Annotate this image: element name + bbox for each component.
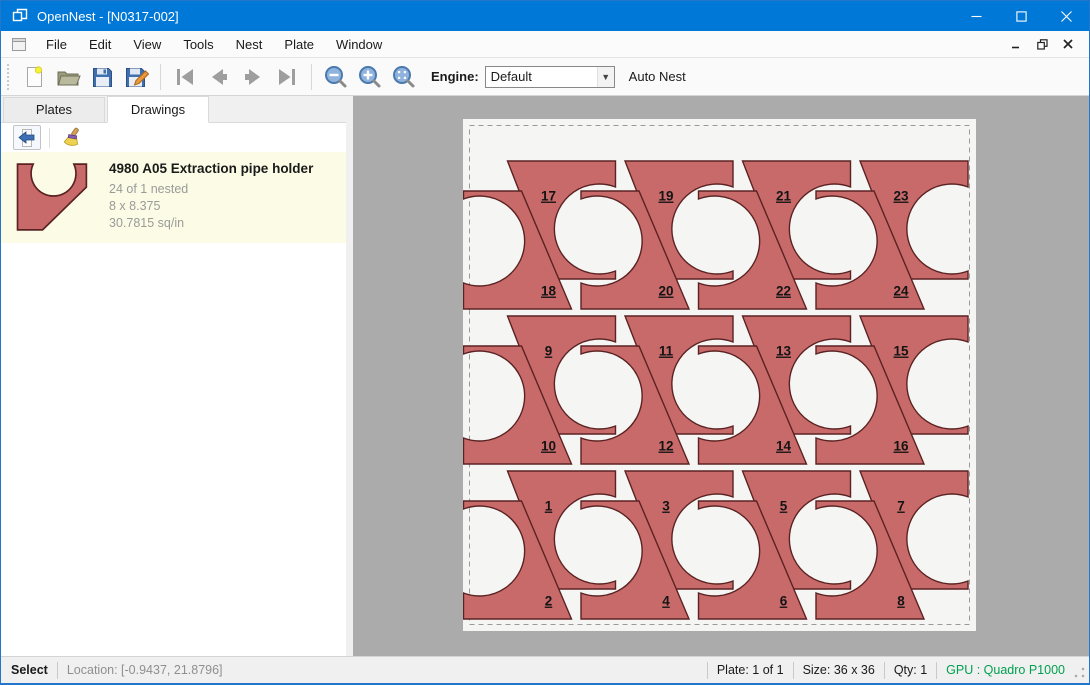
plate[interactable]: 171819202122232491011121314151612345678 bbox=[463, 119, 976, 631]
resize-grip[interactable] bbox=[1073, 666, 1086, 679]
zoom-out-icon[interactable] bbox=[319, 61, 353, 93]
mdi-restore-button[interactable] bbox=[1029, 33, 1055, 55]
nest-canvas[interactable]: 171819202122232491011121314151612345678 bbox=[353, 96, 1089, 656]
panel-separator bbox=[49, 128, 50, 148]
part-label-4[interactable]: 4 bbox=[662, 594, 670, 609]
menu-item-nest[interactable]: Nest bbox=[225, 31, 274, 58]
mdi-close-button[interactable] bbox=[1055, 33, 1081, 55]
part-thumbnail bbox=[13, 161, 101, 235]
main-toolbar: Engine: Default ▼ Auto Nest bbox=[1, 58, 1089, 96]
part-label-8[interactable]: 8 bbox=[897, 594, 905, 609]
maximize-button[interactable] bbox=[999, 1, 1044, 31]
mdi-minimize-button[interactable] bbox=[1003, 33, 1029, 55]
clean-broom-button[interactable] bbox=[58, 125, 86, 150]
zoom-in-icon[interactable] bbox=[353, 61, 387, 93]
part-label-22[interactable]: 22 bbox=[776, 284, 791, 299]
status-size: Size: 36 x 36 bbox=[803, 663, 875, 677]
part-label-18[interactable]: 18 bbox=[541, 284, 557, 299]
drawings-toolbar bbox=[1, 123, 346, 152]
app-icon bbox=[12, 8, 28, 24]
status-plate: Plate: 1 of 1 bbox=[717, 663, 784, 677]
next-plate-button[interactable] bbox=[236, 61, 270, 93]
status-separator bbox=[57, 662, 58, 679]
part-label-17[interactable]: 17 bbox=[541, 189, 556, 204]
window-title: OpenNest - [N0317-002] bbox=[37, 9, 179, 24]
drawing-area: 30.7815 sq/in bbox=[109, 215, 338, 232]
part-label-13[interactable]: 13 bbox=[776, 344, 792, 359]
status-separator bbox=[936, 662, 937, 679]
part-label-19[interactable]: 19 bbox=[658, 189, 673, 204]
chevron-down-icon[interactable]: ▼ bbox=[597, 67, 614, 87]
drawing-info: 4980 A05 Extraction pipe holder 24 of 1 … bbox=[101, 161, 338, 235]
toolbar-grip[interactable] bbox=[6, 64, 11, 90]
part-label-3[interactable]: 3 bbox=[662, 499, 670, 514]
part-label-21[interactable]: 21 bbox=[776, 189, 792, 204]
previous-plate-button[interactable] bbox=[202, 61, 236, 93]
drawing-dimensions: 8 x 8.375 bbox=[109, 198, 338, 215]
part-label-5[interactable]: 5 bbox=[780, 499, 788, 514]
part-label-23[interactable]: 23 bbox=[893, 189, 909, 204]
first-plate-button[interactable] bbox=[168, 61, 202, 93]
status-gpu: GPU : Quadro P1000 bbox=[946, 663, 1065, 677]
tab-drawings[interactable]: Drawings bbox=[107, 96, 209, 123]
minimize-button[interactable] bbox=[954, 1, 999, 31]
tab-plates[interactable]: Plates bbox=[3, 97, 105, 122]
return-part-button[interactable] bbox=[13, 125, 41, 150]
part-label-7[interactable]: 7 bbox=[897, 499, 905, 514]
status-location: Location: [-0.9437, 21.8796] bbox=[67, 663, 223, 677]
zoom-extents-icon[interactable] bbox=[387, 61, 421, 93]
engine-select[interactable]: Default ▼ bbox=[485, 66, 615, 88]
mdi-document-icon[interactable] bbox=[11, 37, 27, 52]
close-button[interactable] bbox=[1044, 1, 1089, 31]
part-label-9[interactable]: 9 bbox=[545, 344, 553, 359]
menu-item-window[interactable]: Window bbox=[325, 31, 393, 58]
menu-item-edit[interactable]: Edit bbox=[78, 31, 122, 58]
part-label-12[interactable]: 12 bbox=[658, 439, 673, 454]
status-qty: Qty: 1 bbox=[894, 663, 927, 677]
part-label-20[interactable]: 20 bbox=[658, 284, 673, 299]
part-label-15[interactable]: 15 bbox=[893, 344, 909, 359]
menu-item-view[interactable]: View bbox=[122, 31, 172, 58]
status-bar: Select Location: [-0.9437, 21.8796] Plat… bbox=[1, 656, 1089, 683]
toolbar-separator bbox=[311, 64, 312, 90]
part-label-2[interactable]: 2 bbox=[545, 594, 553, 609]
engine-value: Default bbox=[486, 69, 597, 84]
last-plate-button[interactable] bbox=[270, 61, 304, 93]
open-button[interactable] bbox=[51, 61, 85, 93]
part-label-16[interactable]: 16 bbox=[893, 439, 909, 454]
part-label-6[interactable]: 6 bbox=[780, 594, 788, 609]
save-button[interactable] bbox=[85, 61, 119, 93]
status-separator bbox=[707, 662, 708, 679]
part-label-11[interactable]: 11 bbox=[659, 344, 674, 359]
menu-item-tools[interactable]: Tools bbox=[172, 31, 224, 58]
status-mode: Select bbox=[11, 663, 48, 677]
menu-item-file[interactable]: File bbox=[35, 31, 78, 58]
sidebar: Plates Drawings bbox=[1, 96, 346, 656]
part-label-14[interactable]: 14 bbox=[776, 439, 792, 454]
sidebar-tabstrip: Plates Drawings bbox=[1, 96, 346, 123]
status-separator bbox=[793, 662, 794, 679]
menu-item-plate[interactable]: Plate bbox=[273, 31, 325, 58]
part-label-1[interactable]: 1 bbox=[545, 499, 553, 514]
drawing-title: 4980 A05 Extraction pipe holder bbox=[109, 161, 338, 176]
new-button[interactable] bbox=[17, 61, 51, 93]
part-label-24[interactable]: 24 bbox=[893, 284, 909, 299]
drawing-nested-count: 24 of 1 nested bbox=[109, 181, 338, 198]
drawing-list-item[interactable]: 4980 A05 Extraction pipe holder 24 of 1 … bbox=[1, 152, 346, 243]
save-as-button[interactable] bbox=[119, 61, 153, 93]
panel-splitter[interactable] bbox=[346, 96, 353, 656]
toolbar-separator bbox=[160, 64, 161, 90]
menu-bar: FileEditViewToolsNestPlateWindow bbox=[1, 31, 1089, 58]
auto-nest-button[interactable]: Auto Nest bbox=[629, 69, 686, 84]
part-label-10[interactable]: 10 bbox=[541, 439, 556, 454]
main-area: Plates Drawings bbox=[1, 96, 1089, 656]
status-separator bbox=[884, 662, 885, 679]
engine-label: Engine: bbox=[431, 69, 479, 84]
title-bar: OpenNest - [N0317-002] bbox=[1, 1, 1089, 31]
